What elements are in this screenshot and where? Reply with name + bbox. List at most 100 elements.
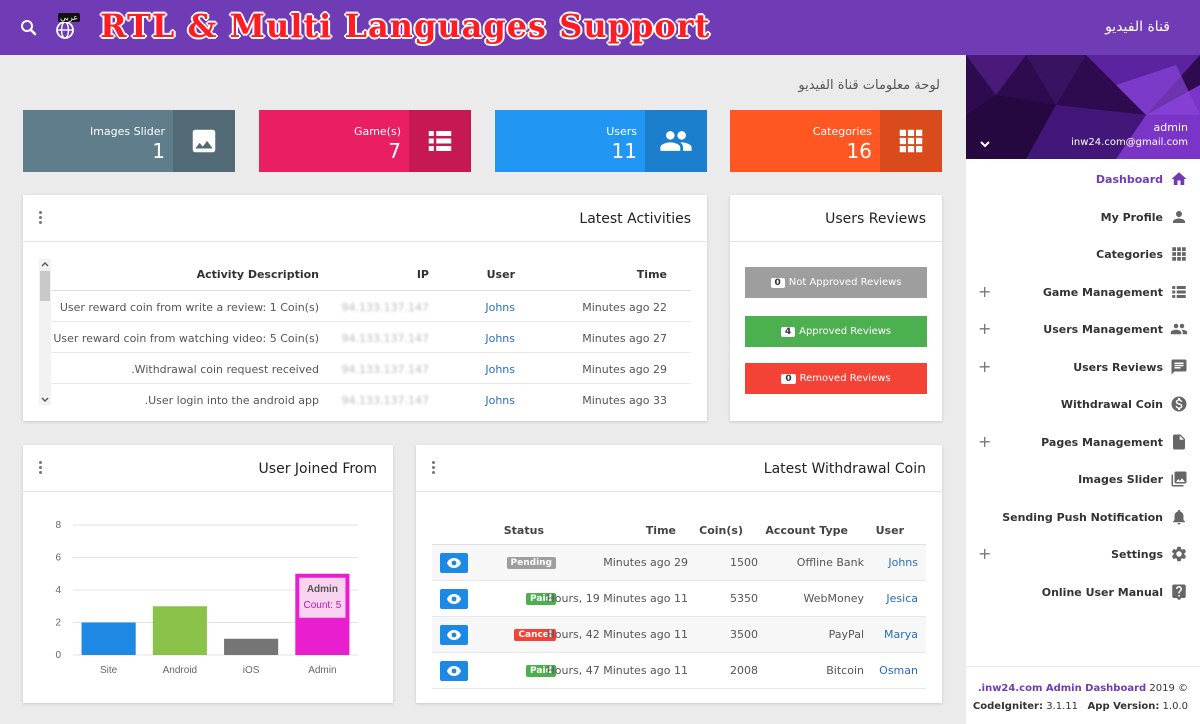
bar-ios[interactable] [224, 638, 279, 655]
sidebar-item-game-management[interactable]: Game Management + [966, 278, 1200, 308]
removed-reviews-button[interactable]: 0 Removed Reviews [745, 363, 927, 394]
review-label: Approved Reviews [799, 326, 892, 337]
expand-plus-icon[interactable]: + [978, 321, 991, 337]
sidebar-item-label: My Profile [1100, 210, 1163, 224]
brand-title[interactable]: قناة الفيديو [1105, 19, 1170, 35]
x-tick-label: Site [100, 665, 118, 676]
header-time: Time [636, 268, 667, 281]
view-button[interactable] [440, 553, 468, 573]
stat-card-categories[interactable]: Categories 16 [730, 110, 942, 172]
bar-site[interactable] [81, 622, 136, 656]
row-user-link[interactable]: Johns [888, 556, 918, 569]
comment-icon [1171, 359, 1187, 374]
tooltip-body: Count: 5 [303, 600, 341, 611]
row-user-link[interactable]: Johns [485, 363, 515, 376]
stat-value: 11 [611, 139, 637, 163]
row-user-link[interactable]: Johns [485, 394, 515, 407]
people-icon [1170, 323, 1188, 335]
sidebar-item-images-slider[interactable]: Images Slider [966, 465, 1200, 495]
search-button[interactable] [16, 15, 42, 41]
x-tick-label: iOS [243, 665, 260, 676]
more-options-icon[interactable] [39, 461, 45, 475]
row-ip: 94.133.137.147 [341, 363, 429, 376]
panel-title: Latest Activities [579, 211, 691, 227]
tooltip-title: Admin [307, 584, 338, 595]
sidebar-item-online-user-manual[interactable]: Online User Manual [966, 578, 1200, 608]
view-button[interactable] [440, 589, 468, 609]
sidebar-item-label: Categories [1096, 248, 1163, 261]
row-user-link[interactable]: Johns [485, 301, 515, 314]
panel-title: Users Reviews [825, 211, 926, 227]
sidebar-item-dashboard[interactable]: Dashboard [966, 165, 1200, 195]
more-options-icon[interactable] [432, 461, 438, 475]
sidebar-item-my-profile[interactable]: My Profile [966, 203, 1200, 233]
row-description: User reward coin from write a review: 1 … [59, 301, 319, 314]
sidebar-item-label: Game Management [1042, 285, 1163, 299]
eye-icon [447, 666, 461, 676]
row-time: Hours, 47 Minutes ago 11 [546, 664, 688, 677]
header-account-type: Account Type [765, 524, 848, 537]
table-row: Pending Minutes ago 29 1500 Offline Bank Joh… [432, 545, 926, 581]
bar-android[interactable] [152, 606, 207, 655]
row-account-type: Offline Bank [796, 556, 864, 569]
row-account-type: PayPal [828, 628, 864, 641]
ci-label: CodeIgniter: [972, 701, 1043, 712]
row-account-type: Bitcoin [826, 664, 864, 677]
expand-plus-icon[interactable]: + [978, 433, 991, 450]
sidebar-item-label: Images Slider [1078, 473, 1163, 486]
sidebar-item-sending-push-notification[interactable]: Sending Push Notification [966, 503, 1200, 533]
expand-plus-icon[interactable]: + [978, 546, 991, 562]
chevron-down-icon[interactable] [978, 137, 992, 151]
person-icon [1173, 210, 1185, 223]
sidebar-item-users-reviews[interactable]: Users Reviews + [966, 353, 1200, 383]
sidebar-item-label: Pages Management [1041, 435, 1163, 449]
row-time: Minutes ago 29 [582, 363, 667, 376]
stat-card-users[interactable]: Users 11 [495, 110, 707, 172]
not-approved-reviews-button[interactable]: 0 Not Approved Reviews [745, 267, 927, 298]
sidebar-item-settings[interactable]: Settings + [966, 540, 1200, 570]
image-icon [1171, 471, 1187, 487]
stat-card-images-slider[interactable]: Images Slider 1 [23, 110, 235, 172]
row-time: Minutes ago 22 [582, 301, 667, 314]
stat-label: Images Slider [89, 125, 165, 138]
sidebar-item-label: Withdrawal Coin [1060, 398, 1163, 411]
row-user-link[interactable]: Osman [879, 664, 918, 677]
list-icon [1172, 285, 1186, 298]
more-options-icon[interactable] [39, 211, 45, 225]
sidebar-item-withdrawal-coin[interactable]: Withdrawal Coin [966, 390, 1200, 420]
table-row: Paid Hours, 47 Minutes ago 11 2008 Bitcoin O… [432, 653, 926, 689]
header-ip: IP [416, 268, 429, 281]
scrollbar-thumb[interactable] [40, 271, 50, 301]
row-ip: 94.133.137.147 [341, 332, 429, 345]
copyright-text: © 2019 [1149, 683, 1188, 694]
view-button[interactable] [440, 661, 468, 681]
stat-card-games[interactable]: Game(s) 7 [259, 110, 471, 172]
language-button[interactable]: عربي [52, 13, 81, 43]
expand-plus-icon[interactable]: + [978, 283, 991, 300]
row-user-link[interactable]: Jesica [886, 592, 918, 605]
row-time: Hours, 42 Minutes ago 11 [546, 628, 688, 641]
stat-value: 16 [846, 139, 872, 163]
approved-reviews-button[interactable]: 4 Approved Reviews [745, 316, 927, 347]
y-tick-label: 0 [55, 650, 61, 661]
row-user-link[interactable]: Marya [884, 628, 918, 641]
review-label: Not Approved Reviews [788, 277, 902, 288]
eye-icon [447, 594, 461, 604]
sidebar-item-categories[interactable]: Categories [966, 240, 1200, 270]
sidebar-footer: © 2019 inw24.com Admin Dashboard. CodeIg… [966, 666, 1200, 724]
table-header: Time User IP Activity Description [51, 260, 691, 291]
table-row: Paid Hours, 19 Minutes ago 11 5350 WebMoney… [432, 581, 926, 617]
header-user: User [486, 268, 515, 281]
ci-version: 3.1.11 [1046, 701, 1078, 712]
stat-value: 7 [388, 139, 401, 163]
scrollbar[interactable] [39, 259, 51, 405]
sidebar-item-users-management[interactable]: Users Management + [966, 315, 1200, 345]
sidebar-item-label: Users Management [1043, 323, 1163, 336]
sidebar-item-pages-management[interactable]: Pages Management + [966, 428, 1200, 458]
eye-icon [447, 630, 461, 640]
expand-plus-icon[interactable]: + [978, 358, 991, 375]
row-user-link[interactable]: Johns [485, 332, 515, 345]
footer-link[interactable]: inw24.com Admin Dashboard. [978, 683, 1146, 694]
view-button[interactable] [440, 625, 468, 645]
sidebar: admin inw24.com@gmail.com Dashboard My Pr… [966, 55, 1200, 724]
